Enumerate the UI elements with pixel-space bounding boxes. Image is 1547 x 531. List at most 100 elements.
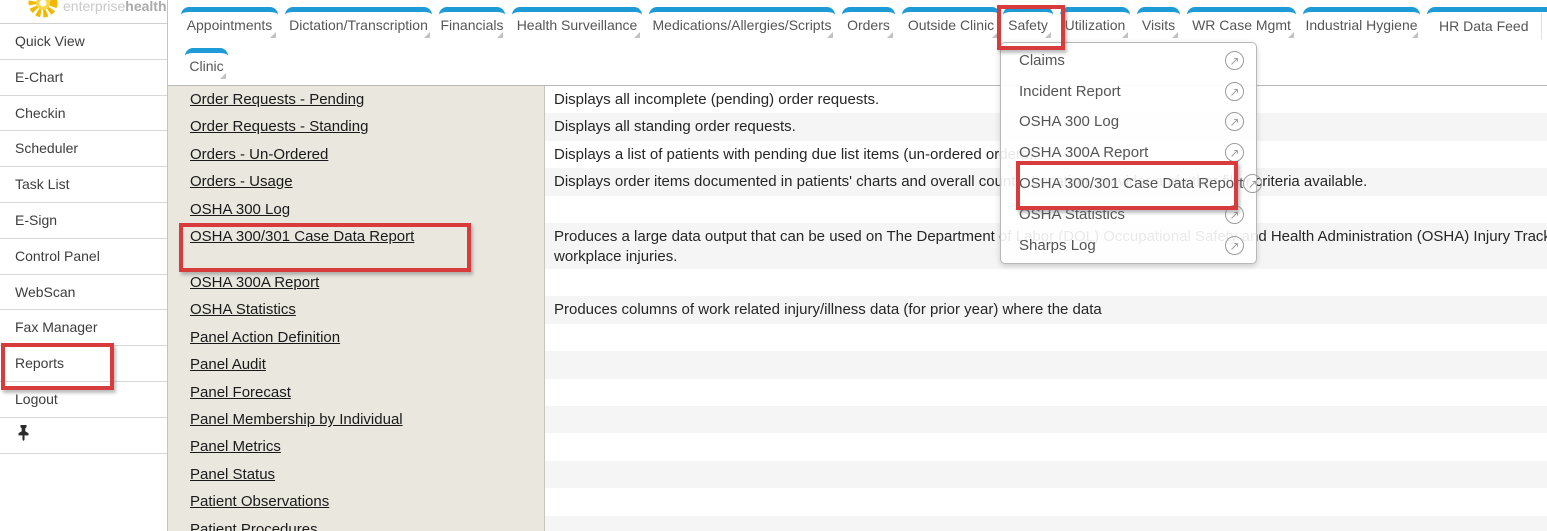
tab-corner-chevron-icon <box>1172 32 1178 38</box>
module-tab[interactable]: Health Surveillance <box>512 7 642 40</box>
module-tab[interactable]: Safety <box>1003 7 1053 40</box>
safety-menu-item[interactable]: Incident Report ↗ <box>1001 76 1256 107</box>
report-link-cell: Orders - Un-Ordered <box>168 141 545 168</box>
module-tab-label: HR Data Feed <box>1439 13 1528 40</box>
app-sidebar: enterprisehealth Quick View E-Chart Chec… <box>0 0 168 531</box>
report-link[interactable]: Order Requests - Pending <box>190 91 364 108</box>
tab-corner-chevron-icon <box>497 32 503 38</box>
table-row: Orders - Un-Ordered Displays a list of p… <box>168 141 1547 168</box>
sidebar-item[interactable]: Reports <box>0 346 167 382</box>
open-in-new-circle-icon[interactable]: ↗ <box>1225 82 1244 101</box>
sidebar-item-label: E-Sign <box>15 212 57 228</box>
safety-menu-item[interactable]: OSHA 300 Log ↗ <box>1001 107 1256 138</box>
safety-menu-item[interactable]: Claims ↗ <box>1001 45 1256 76</box>
safety-menu-item-label: OSHA 300 Log <box>1019 113 1119 130</box>
module-tab-label: Safety <box>1008 17 1048 33</box>
report-link-cell: Patient Observations <box>168 488 545 515</box>
module-tab-label: Clinic <box>189 58 223 74</box>
report-description: Produces columns of work related injury/… <box>554 296 1547 323</box>
tab-corner-chevron-icon <box>424 32 430 38</box>
sidebar-item[interactable]: E-Chart <box>0 60 167 96</box>
report-link-cell: OSHA 300/301 Case Data Report <box>168 223 545 269</box>
tab-corner-chevron-icon <box>1412 32 1418 38</box>
report-link[interactable]: Orders - Usage <box>190 173 293 190</box>
sidebar-item[interactable]: Task List <box>0 167 167 203</box>
open-in-new-circle-icon[interactable]: ↗ <box>1225 143 1244 162</box>
sidebar-item[interactable]: Quick View <box>0 24 167 60</box>
module-tab[interactable]: WR Case Mgmt <box>1187 7 1296 40</box>
safety-menu-item-label: OSHA 300/301 Case Data Report <box>1019 175 1243 192</box>
module-tab[interactable]: Visits <box>1137 7 1180 40</box>
safety-menu-item[interactable]: OSHA Statistics ↗ <box>1001 199 1256 230</box>
open-in-new-circle-icon[interactable]: ↗ <box>1225 236 1244 255</box>
tab-corner-chevron-icon <box>270 32 276 38</box>
module-tab[interactable]: Industrial Hygiene <box>1303 7 1420 40</box>
report-description-cell <box>545 488 1547 515</box>
report-table: Order Requests - Pending Displays all in… <box>168 86 1547 531</box>
module-tab-label: Orders <box>847 17 890 33</box>
sidebar-item-label: E-Chart <box>15 69 63 85</box>
report-link[interactable]: Panel Action Definition <box>190 329 340 346</box>
module-tab[interactable]: Financials <box>439 7 505 40</box>
module-tab[interactable]: Orders <box>842 7 895 40</box>
report-link[interactable]: Order Requests - Standing <box>190 118 368 135</box>
safety-menu-item[interactable]: OSHA 300/301 Case Data Report ↗ <box>1001 168 1256 199</box>
module-tab-label: Health Surveillance <box>517 17 638 33</box>
sidebar-item[interactable]: Scheduler <box>0 131 167 167</box>
table-row: OSHA 300 Log <box>168 196 1547 223</box>
table-row: Order Requests - Pending Displays all in… <box>168 86 1547 113</box>
sidebar-item[interactable]: Control Panel <box>0 239 167 275</box>
sidebar-item[interactable]: WebScan <box>0 275 167 311</box>
sidebar-item[interactable]: Fax Manager <box>0 310 167 346</box>
module-tab[interactable]: Appointments <box>181 7 278 40</box>
module-tab[interactable]: Medications/Allergies/Scripts <box>649 7 835 40</box>
report-link-cell: Order Requests - Pending <box>168 86 545 113</box>
report-link[interactable]: Patient Procedures <box>190 521 318 531</box>
report-description-cell: Produces columns of work related injury/… <box>545 296 1547 323</box>
brand-name-light: enterprise <box>63 0 125 14</box>
sidebar-item-label: Reports <box>15 355 64 371</box>
report-link[interactable]: OSHA 300/301 Case Data Report <box>190 228 414 245</box>
report-link[interactable]: Panel Metrics <box>190 438 281 455</box>
report-link[interactable]: OSHA 300 Log <box>190 201 290 218</box>
table-row: OSHA Statistics Produces columns of work… <box>168 296 1547 323</box>
table-row: Panel Forecast <box>168 379 1547 406</box>
tab-corner-chevron-icon <box>827 32 833 38</box>
report-link[interactable]: Patient Observations <box>190 493 329 510</box>
module-tab[interactable]: Dictation/Transcription <box>285 7 432 40</box>
sidebar-item[interactable]: Logout <box>0 382 167 418</box>
report-link[interactable]: Orders - Un-Ordered <box>190 146 328 163</box>
table-row: Panel Action Definition <box>168 324 1547 351</box>
pushpin-icon <box>17 424 30 446</box>
module-tab[interactable]: Utilization <box>1060 7 1130 40</box>
tab-corner-chevron-icon <box>1045 32 1051 38</box>
gear-logo-icon <box>26 0 60 23</box>
open-in-new-circle-icon[interactable]: ↗ <box>1225 51 1244 70</box>
report-link[interactable]: Panel Membership by Individual <box>190 411 403 428</box>
report-link[interactable]: Panel Status <box>190 466 275 483</box>
tab-hr-data-feed[interactable]: HR Data Feed ↗ <box>1427 7 1547 40</box>
tab-corner-chevron-icon <box>1122 32 1128 38</box>
open-in-new-circle-icon[interactable]: ↗ <box>1225 205 1244 224</box>
safety-menu-item[interactable]: OSHA 300A Report ↗ <box>1001 137 1256 168</box>
brand-name-bold: health <box>125 0 166 14</box>
report-link[interactable]: Panel Forecast <box>190 384 291 401</box>
report-link-cell: Patient Procedures <box>168 516 545 531</box>
module-tab-label: WR Case Mgmt <box>1192 17 1291 33</box>
report-link[interactable]: Panel Audit <box>190 356 266 373</box>
report-link[interactable]: OSHA Statistics <box>190 301 296 318</box>
module-tab-label: Dictation/Transcription <box>289 17 428 33</box>
sidebar-item-pin[interactable] <box>0 418 167 454</box>
open-in-new-circle-icon[interactable]: ↗ <box>1225 112 1244 131</box>
tab-clinic[interactable]: Clinic <box>185 48 228 81</box>
report-link-cell: OSHA 300 Log <box>168 196 545 223</box>
table-row: OSHA 300/301 Case Data Report Produces a… <box>168 223 1547 269</box>
report-link[interactable]: OSHA 300A Report <box>190 274 319 291</box>
report-link-cell: Panel Metrics <box>168 433 545 460</box>
sidebar-item[interactable]: Checkin <box>0 96 167 132</box>
tab-corner-chevron-icon <box>887 32 893 38</box>
safety-menu-item[interactable]: Sharps Log ↗ <box>1001 230 1256 261</box>
sidebar-item[interactable]: E-Sign <box>0 203 167 239</box>
report-description-cell <box>545 433 1547 460</box>
module-tab[interactable]: Outside Clinic <box>902 7 1000 40</box>
